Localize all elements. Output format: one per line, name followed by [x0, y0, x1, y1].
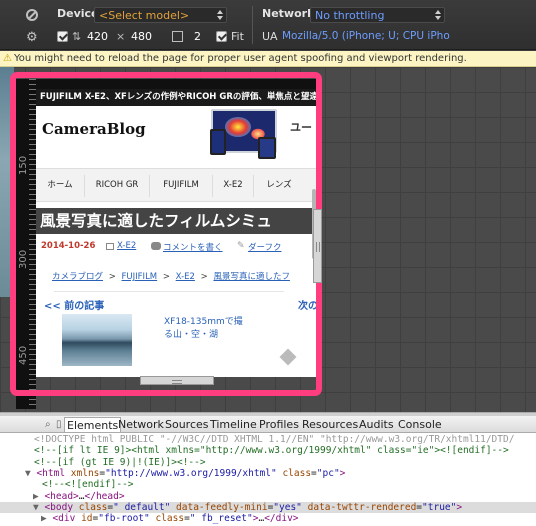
tab-elements[interactable]: Elements — [64, 417, 122, 432]
chevron-updown-icon — [435, 9, 441, 21]
dom-token-attr: id — [81, 513, 93, 525]
dom-token-tag: > — [456, 501, 463, 513]
dom-token-val: " fb_reset" — [189, 513, 253, 525]
dom-node-line[interactable]: ▶ <div id="fb-root" class=" fb_reset">…<… — [0, 513, 536, 524]
devtools-tabbar: ⌕ ▯ Elements Network Sources Timeline Pr… — [0, 416, 536, 433]
dom-token-tag: <body — [44, 501, 79, 513]
emulation-canvas: 150 300 450 FUJIFILM X-E2、XFレンズの作例やRICOH… — [0, 67, 536, 412]
dom-node-line[interactable]: ▶ <head>…</head> — [0, 491, 536, 502]
device-pixel-ratio-icon — [172, 31, 183, 42]
toolbar-separator — [252, 6, 253, 44]
height-input[interactable]: 480 — [131, 30, 152, 43]
device-mode-icon[interactable]: ▯ — [56, 419, 62, 430]
network-label: Network — [262, 7, 315, 20]
tab-profiles[interactable]: Profiles — [259, 417, 299, 432]
dom-token-val: "http://www.w3.org/1999/xhtml" — [105, 467, 277, 479]
device-label: Device — [57, 7, 99, 20]
dpr-input[interactable]: 2 — [194, 30, 201, 43]
dom-token-val: "true" — [422, 501, 457, 513]
dom-token-tag: </head> — [84, 490, 125, 502]
device-model-value: <Select model> — [99, 9, 190, 22]
dom-token-cmt: <!--[if lt IE 9]><html xmlns="http://www… — [34, 445, 509, 457]
resize-handle-right[interactable] — [313, 209, 322, 283]
dom-token-attr: data-twttr-rendered — [301, 501, 417, 513]
emulation-toolbar: ⚙ Device <Select model> ⇅ 420 × 480 2 Fi… — [0, 0, 536, 50]
fit-checkbox[interactable] — [216, 31, 227, 42]
dom-token-attr: xmlns — [70, 467, 100, 479]
tab-audits[interactable]: Audits — [359, 417, 394, 432]
dom-node-line[interactable]: <!DOCTYPE html PUBLIC "-//W3C//DTD XHTML… — [0, 434, 536, 445]
device-model-select[interactable]: <Select model> — [94, 7, 227, 23]
warning-text: You might need to reload the page for pr… — [13, 53, 467, 64]
elements-dom-tree: <!DOCTYPE html PUBLIC "-//W3C//DTD XHTML… — [0, 433, 536, 526]
dom-token-val: "pc" — [316, 467, 340, 479]
dom-node-line[interactable]: <!--[if lt IE 9]><html xmlns="http://www… — [0, 445, 536, 456]
emulation-settings-icon[interactable]: ⚙ — [26, 31, 38, 44]
dom-node-line[interactable]: ▼ <body class=" default" data-feedly-min… — [0, 501, 536, 514]
dom-token-cmt: <!--[if (gt IE 9)|!(IE)]><!--> — [34, 456, 206, 468]
dom-node-line[interactable]: ▼ <html xmlns="http://www.w3.org/1999/xh… — [0, 468, 536, 479]
tab-timeline[interactable]: Timeline — [210, 417, 257, 432]
reload-warning-bar: ⚠ You might need to reload the page for p… — [0, 51, 536, 67]
inspect-icon[interactable]: ⌕ — [45, 419, 51, 430]
dom-token-tag: <head> — [44, 490, 79, 502]
expand-triangle-icon[interactable]: ▶ — [33, 491, 44, 502]
warning-icon: ⚠ — [3, 53, 12, 64]
tab-console[interactable]: Console — [398, 417, 442, 432]
dom-token-tag: <div — [52, 513, 82, 525]
tab-sources[interactable]: Sources — [165, 417, 209, 432]
width-input[interactable]: 420 — [87, 30, 108, 43]
dimensions-checkbox[interactable] — [57, 31, 68, 42]
throttling-select[interactable]: No throttling — [310, 7, 445, 23]
dom-token-attr: class — [276, 467, 312, 479]
dom-token-attr: class — [149, 513, 185, 525]
dom-token-val: "fb-root" — [98, 513, 150, 525]
dom-token-tag: <html — [36, 467, 71, 479]
ua-label: UA — [262, 30, 278, 43]
dom-token-attr: class — [78, 501, 108, 513]
fit-label: Fit — [231, 30, 244, 43]
user-agent-input[interactable]: Mozilla/5.0 (iPhone; U; CPU iPhon — [282, 30, 450, 42]
collapse-triangle-icon[interactable]: ▼ — [33, 502, 44, 513]
swap-dimensions-icon[interactable]: ⇅ — [72, 30, 81, 43]
tab-resources[interactable]: Resources — [302, 417, 358, 432]
resize-handle-bottom[interactable] — [140, 376, 214, 385]
dom-token-cmt: <!--<![endif]--> — [42, 479, 134, 491]
collapse-triangle-icon[interactable]: ▼ — [25, 468, 36, 479]
tab-network[interactable]: Network — [118, 417, 164, 432]
expand-triangle-icon[interactable]: ▶ — [41, 513, 52, 524]
dom-token-attr: data-feedly-mini — [170, 501, 268, 513]
dom-token-val: "yes" — [273, 501, 302, 513]
disable-emulation-icon[interactable] — [26, 9, 38, 21]
dom-token-doc: <!DOCTYPE html PUBLIC "-//W3C//DTD XHTML… — [34, 434, 515, 445]
dom-token-val: " default" — [113, 501, 171, 513]
viewport-highlight-frame — [10, 72, 322, 396]
times-symbol: × — [116, 30, 126, 43]
dom-node-line[interactable]: <!--[if (gt IE 9)|!(IE)]><!--> — [0, 457, 536, 468]
throttling-value: No throttling — [315, 9, 385, 22]
chevron-updown-icon — [217, 9, 223, 21]
dom-node-line[interactable]: <!--<![endif]--> — [0, 479, 536, 490]
dom-token-tag: > — [339, 467, 346, 479]
dom-token-tag: </div> — [264, 513, 299, 525]
